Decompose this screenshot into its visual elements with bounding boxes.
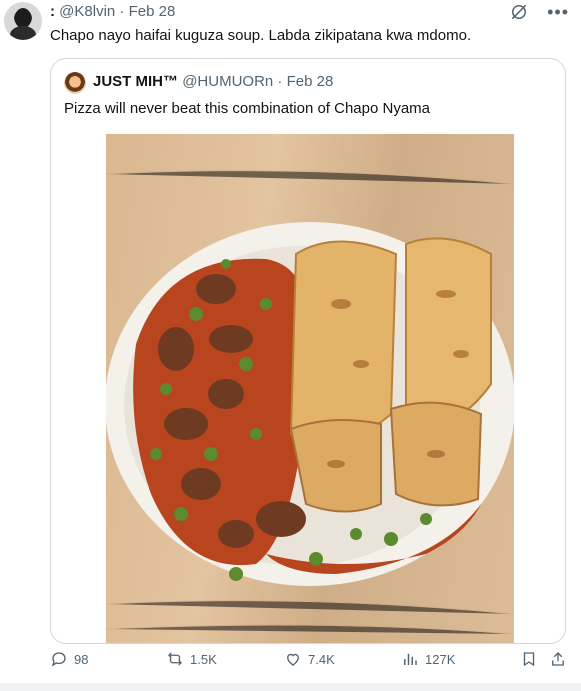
bookmark-button[interactable] — [520, 650, 538, 668]
bookmark-icon — [523, 652, 535, 667]
quoted-tweet[interactable]: JUST MIH™ @HUMUORn · Feb 28 Pizza will n… — [50, 58, 566, 644]
like-count: 7.4K — [308, 651, 335, 667]
quoted-header: JUST MIH™ @HUMUORn · Feb 28 — [93, 73, 333, 90]
avatar-body — [10, 26, 36, 40]
share-button[interactable] — [549, 650, 567, 668]
author-handle[interactable]: @K8lvin — [59, 3, 115, 20]
quoted-date[interactable]: Feb 28 — [287, 73, 334, 90]
repost-icon — [168, 652, 182, 666]
action-bar: 98 1.5K 7.4K 127K — [0, 650, 581, 680]
separator-bar — [0, 683, 581, 691]
tweet-text: Chapo nayo haifai kuguza soup. Labda zik… — [50, 27, 472, 44]
repost-count: 1.5K — [190, 651, 217, 667]
quoted-avatar[interactable] — [64, 72, 86, 94]
share-icon — [552, 652, 564, 666]
heart-icon — [287, 653, 299, 666]
avatar-head — [15, 8, 31, 28]
author-name[interactable]: : — [50, 3, 55, 20]
tweet-date[interactable]: Feb 28 — [129, 3, 176, 20]
reply-button[interactable]: 98 — [50, 650, 88, 668]
reply-count: 98 — [74, 651, 89, 667]
views-count: 127K — [425, 651, 456, 667]
separator-dot: · — [119, 3, 125, 20]
quoted-photo[interactable] — [106, 134, 514, 643]
separator-dot: · — [277, 73, 283, 90]
views-button[interactable]: 127K — [401, 650, 455, 668]
tweet-header: : @K8lvin · Feb 28 — [50, 3, 175, 20]
repost-button[interactable]: 1.5K — [166, 650, 217, 668]
tweet-avatar[interactable] — [4, 2, 42, 40]
views-icon — [404, 653, 417, 665]
like-button[interactable]: 7.4K — [284, 650, 335, 668]
quoted-author-name[interactable]: JUST MIH™ — [93, 73, 178, 90]
more-icon[interactable]: ••• — [547, 3, 569, 21]
food-photo — [106, 170, 514, 635]
grok-icon[interactable] — [509, 2, 529, 22]
quoted-author-handle[interactable]: @HUMUORn — [182, 73, 273, 90]
reply-icon — [51, 652, 66, 667]
quoted-text: Pizza will never beat this combination o… — [64, 100, 431, 117]
top-icons: ••• — [509, 2, 569, 22]
